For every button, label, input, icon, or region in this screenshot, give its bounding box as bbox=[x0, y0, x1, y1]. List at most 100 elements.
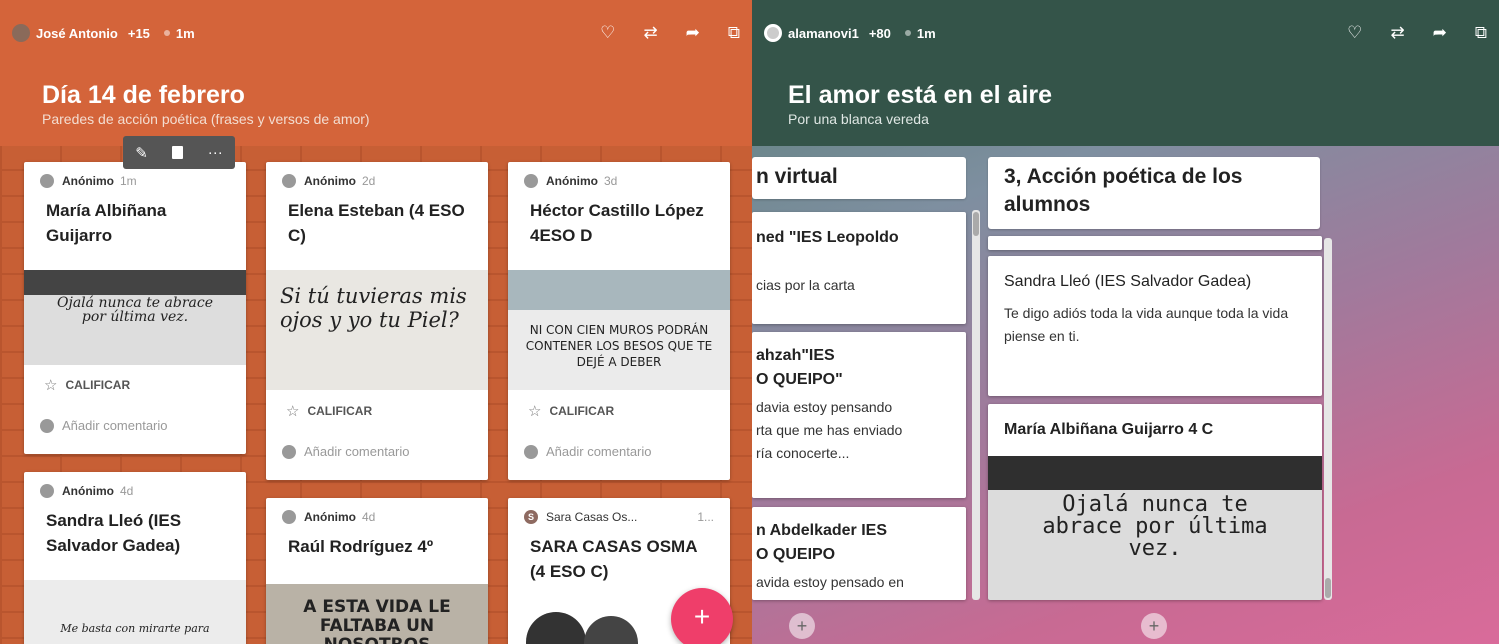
post-card[interactable]: ned "IES Leopoldo cias por la carta bbox=[752, 212, 966, 324]
anon-avatar bbox=[40, 484, 54, 498]
author-name[interactable]: José Antonio bbox=[36, 26, 118, 41]
post-time: 2d bbox=[362, 174, 376, 188]
user-avatar: S bbox=[524, 510, 538, 524]
share-icon[interactable]: ➦ bbox=[686, 23, 700, 43]
right-padlet: alamanovi1 +80 1m ♡ ⇄ ➦ ⧉ El amor está e… bbox=[752, 0, 1499, 644]
post-title: n Abdelkader IES O QUEIPO bbox=[756, 522, 887, 563]
column-scrollbar[interactable] bbox=[972, 210, 980, 600]
more-icon[interactable]: ··· bbox=[208, 144, 223, 161]
anon-avatar bbox=[282, 510, 296, 524]
post-time: 3d bbox=[604, 174, 618, 188]
post-image[interactable]: A ESTA VIDA LE FALTABA UN NOSOTROS bbox=[266, 584, 488, 644]
post-author: Anónimo bbox=[304, 510, 356, 524]
image-text: Ojalá nunca te abrace por última vez. bbox=[1042, 492, 1268, 561]
post-author: Anónimo bbox=[546, 174, 598, 188]
author-name[interactable]: alamanovi1 bbox=[788, 26, 859, 41]
post-image[interactable]: Me basta con mirarte para bbox=[24, 580, 246, 644]
repost-icon[interactable]: ⇄ bbox=[1390, 23, 1404, 43]
post-title: María Albiñana Guijarro 4 C bbox=[1004, 421, 1214, 438]
column-header[interactable]: n virtual bbox=[752, 157, 966, 199]
padlet-subtitle: Por una blanca vereda bbox=[788, 111, 929, 127]
add-post-button[interactable]: + bbox=[671, 588, 733, 644]
post-card-partial[interactable] bbox=[988, 236, 1322, 250]
post-body: davia estoy pensando rta que me has envi… bbox=[756, 399, 903, 461]
post-card[interactable]: Anónimo 2d Elena Esteban (4 ESO C) Si tú… bbox=[266, 162, 488, 480]
separator-dot bbox=[904, 30, 911, 36]
star-icon: ☆ bbox=[286, 403, 300, 420]
post-body: Te digo adiós toda la vida aunque toda l… bbox=[1004, 305, 1289, 344]
post-card[interactable]: Anónimo 4d Raúl Rodríguez 4º A ESTA VIDA… bbox=[266, 498, 488, 644]
image-text: A ESTA VIDA LE FALTABA UN NOSOTROS bbox=[303, 597, 451, 644]
anon-avatar bbox=[282, 174, 296, 188]
post-time: 1... bbox=[697, 510, 714, 524]
pencil-icon[interactable]: ✎ bbox=[135, 144, 148, 162]
post-title: Héctor Castillo López 4ESO D bbox=[530, 201, 704, 245]
heart-icon[interactable]: ♡ bbox=[1347, 23, 1362, 43]
open-external-icon[interactable]: ⧉ bbox=[1475, 23, 1487, 43]
left-topbar: José Antonio +15 1m ♡ ⇄ ➦ ⧉ bbox=[0, 0, 752, 66]
share-icon[interactable]: ➦ bbox=[1433, 23, 1447, 43]
post-title: María Albiñana Guijarro bbox=[46, 201, 167, 245]
column-header[interactable]: 3, Acción poética de los alumnos bbox=[988, 157, 1320, 229]
user-avatar[interactable] bbox=[764, 24, 782, 42]
left-header: Día 14 de febrero Paredes de acción poét… bbox=[0, 66, 752, 146]
rate-button[interactable]: ☆ CALIFICAR bbox=[44, 376, 130, 394]
right-topbar: alamanovi1 +80 1m ♡ ⇄ ➦ ⧉ bbox=[752, 0, 1499, 66]
add-comment[interactable]: Añadir comentario bbox=[282, 444, 410, 459]
column-scrollbar[interactable] bbox=[1324, 238, 1332, 600]
add-comment[interactable]: Añadir comentario bbox=[524, 444, 652, 459]
star-icon: ☆ bbox=[528, 403, 542, 420]
post-card[interactable]: n Abdelkader IES O QUEIPO avida estoy pe… bbox=[752, 507, 966, 600]
post-card[interactable]: ahzah"IES O QUEIPO" davia estoy pensando… bbox=[752, 332, 966, 498]
post-time: 4d bbox=[362, 510, 376, 524]
open-external-icon[interactable]: ⧉ bbox=[728, 23, 740, 43]
anon-avatar bbox=[40, 174, 54, 188]
edit-time: 1m bbox=[916, 25, 936, 41]
post-title: ahzah"IES O QUEIPO" bbox=[756, 347, 843, 388]
post-image[interactable]: Si tú tuvieras mis ojos y yo tu Piel? bbox=[266, 270, 488, 390]
post-card[interactable]: Anónimo 1m María Albiñana Guijarro Ojalá… bbox=[24, 162, 246, 454]
image-text: Me basta con mirarte para bbox=[60, 622, 210, 635]
rate-button[interactable]: ☆ CALIFICAR bbox=[528, 402, 614, 420]
add-post-column-2[interactable]: + bbox=[1141, 613, 1167, 639]
post-body: avida estoy pensado en bbox=[756, 574, 904, 590]
post-title: Elena Esteban (4 ESO C) bbox=[288, 201, 465, 245]
contributor-count: +15 bbox=[127, 25, 150, 41]
post-card[interactable]: Anónimo 4d Sandra Lleó (IES Salvador Gad… bbox=[24, 472, 246, 644]
post-body: cias por la carta bbox=[756, 277, 855, 293]
post-author: Anónimo bbox=[62, 484, 114, 498]
image-text: Si tú tuvieras mis ojos y yo tu Piel? bbox=[280, 284, 467, 332]
post-title: ned "IES Leopoldo bbox=[756, 229, 899, 246]
commenter-avatar bbox=[282, 444, 296, 459]
separator-dot bbox=[163, 30, 170, 36]
rate-button[interactable]: ☆ CALIFICAR bbox=[286, 402, 372, 420]
post-card[interactable]: Sandra Lleó (IES Salvador Gadea) Te digo… bbox=[988, 256, 1322, 396]
left-padlet: José Antonio +15 1m ♡ ⇄ ➦ ⧉ Día 14 de fe… bbox=[0, 0, 752, 644]
image-text: NI CON CIEN MUROS PODRÁN CONTENER LOS BE… bbox=[525, 323, 713, 369]
padlet-title: El amor está en el aire bbox=[788, 81, 1053, 109]
post-image[interactable]: Ojalá nunca te abrace por última vez. bbox=[24, 270, 246, 365]
post-author: Anónimo bbox=[62, 174, 114, 188]
padlet-title: Día 14 de febrero bbox=[42, 81, 245, 109]
add-comment[interactable]: Añadir comentario bbox=[40, 418, 168, 433]
post-card[interactable]: Anónimo 3d Héctor Castillo López 4ESO D … bbox=[508, 162, 730, 480]
commenter-avatar bbox=[40, 418, 54, 433]
card-toolbar: ✎ ··· bbox=[123, 136, 235, 169]
image-text: Ojalá nunca te abrace por última vez. bbox=[57, 295, 213, 325]
trash-icon[interactable] bbox=[172, 146, 184, 159]
post-author: Sara Casas Os... bbox=[546, 510, 638, 524]
user-avatar[interactable] bbox=[12, 24, 30, 42]
post-image[interactable]: NI CON CIEN MUROS PODRÁN CONTENER LOS BE… bbox=[508, 270, 730, 390]
anon-avatar bbox=[524, 174, 538, 188]
post-time: 4d bbox=[120, 484, 134, 498]
add-post-column-1[interactable]: + bbox=[789, 613, 815, 639]
heart-icon[interactable]: ♡ bbox=[600, 23, 615, 43]
post-card[interactable]: María Albiñana Guijarro 4 C Ojalá nunca … bbox=[988, 404, 1322, 600]
post-time: 1m bbox=[120, 174, 137, 188]
post-image[interactable]: Ojalá nunca te abrace por última vez. bbox=[988, 456, 1322, 600]
post-title: SARA CASAS OSMA (4 ESO C) bbox=[530, 537, 697, 581]
contributor-count: +80 bbox=[868, 25, 891, 41]
repost-icon[interactable]: ⇄ bbox=[643, 23, 657, 43]
edit-time: 1m bbox=[175, 25, 195, 41]
commenter-avatar bbox=[524, 444, 538, 459]
